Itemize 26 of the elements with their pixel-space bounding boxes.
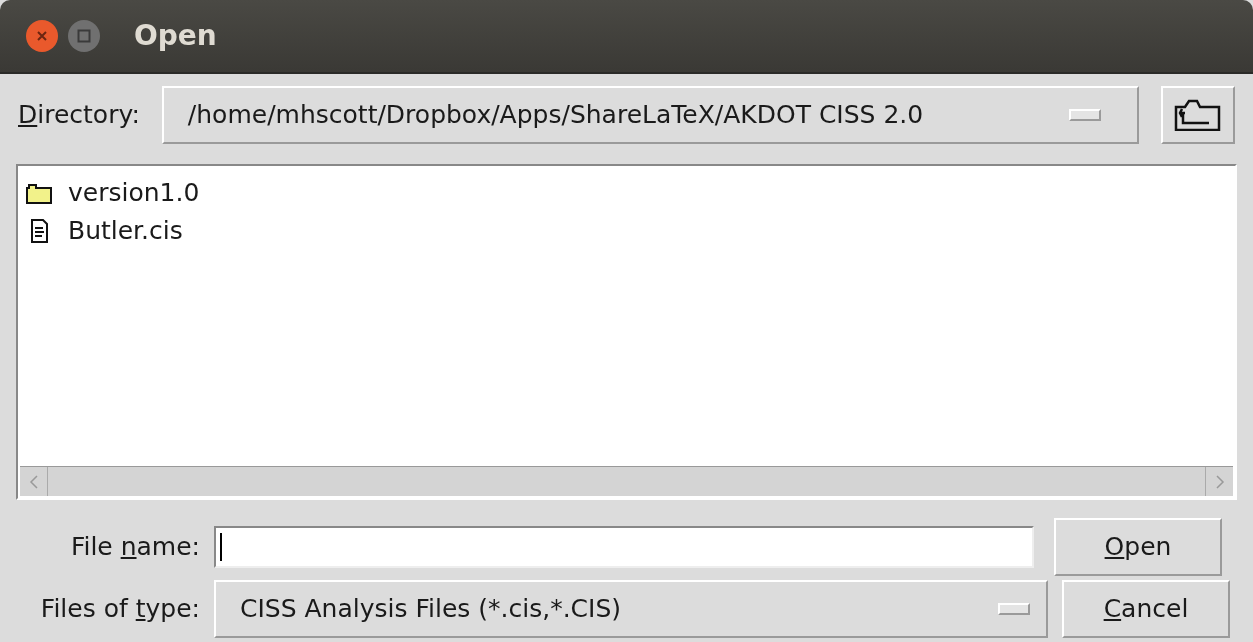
file-type-label: Files of type: <box>39 593 200 626</box>
open-button[interactable]: Open <box>1054 518 1222 576</box>
close-button[interactable] <box>26 20 58 52</box>
close-icon <box>36 30 48 42</box>
folder-up-icon <box>1173 99 1223 131</box>
file-type-dropdown[interactable]: CISS Analysis Files (*.cis,*.CIS) <box>214 580 1048 638</box>
folder-icon <box>26 182 52 204</box>
dropdown-indicator-icon <box>1069 109 1101 121</box>
directory-path: /home/mhscott/Dropbox/Apps/ShareLaTeX/AKDOT CISS 2.0 <box>187 99 924 132</box>
parent-directory-button[interactable] <box>1161 86 1235 144</box>
text-cursor-icon <box>220 533 222 561</box>
file-item[interactable]: Butler.cis <box>26 212 191 250</box>
file-name-input[interactable] <box>214 526 1034 568</box>
file-name: version1.0 <box>68 177 200 210</box>
cancel-button[interactable]: Cancel <box>1062 580 1230 638</box>
dropdown-indicator-icon <box>998 603 1030 615</box>
maximize-button[interactable] <box>68 20 100 52</box>
directory-dropdown[interactable]: /home/mhscott/Dropbox/Apps/ShareLaTeX/AKDOT CISS 2.0 <box>161 86 1139 144</box>
file-name: Butler.cis <box>68 215 183 248</box>
file-type-value: CISS Analysis Files (*.cis,*.CIS) <box>240 593 622 626</box>
window-title: Open <box>134 18 217 54</box>
file-item[interactable]: version1.0 <box>26 174 208 212</box>
file-name-label: File name: <box>69 531 200 564</box>
square-icon <box>77 29 91 43</box>
horizontal-scrollbar[interactable] <box>20 466 1233 496</box>
directory-label: Directory: <box>18 99 140 132</box>
